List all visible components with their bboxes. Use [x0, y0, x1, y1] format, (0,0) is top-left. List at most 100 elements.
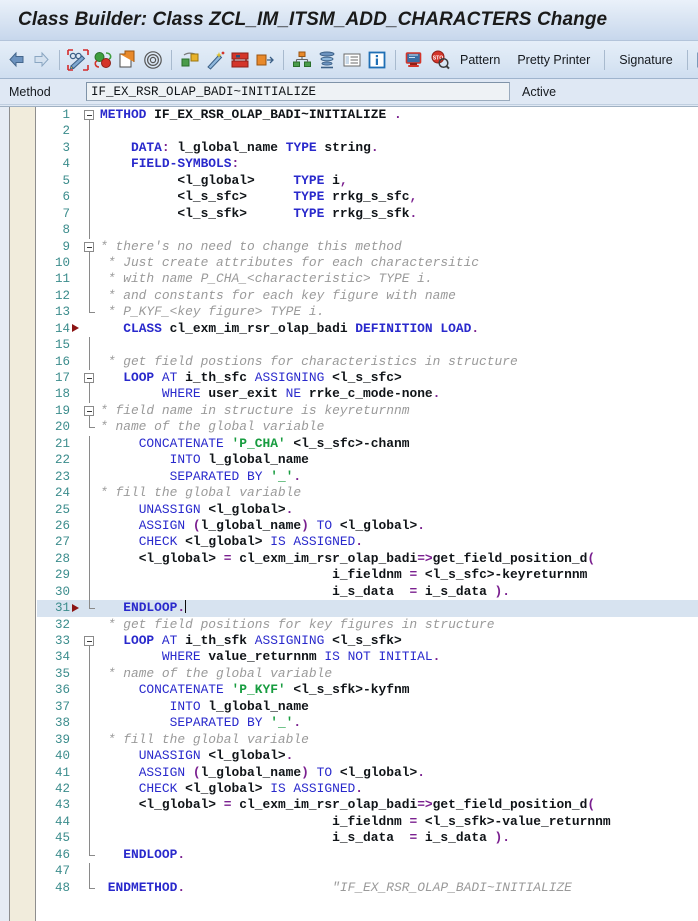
code-line[interactable]: 44 i_fieldnm = <l_s_sfk>-value_returnnm	[37, 813, 698, 831]
code-line[interactable]: 41 ASSIGN (l_global_name) TO <l_global>.	[37, 764, 698, 781]
code-line[interactable]: 13 * P_KYF_<key figure> TYPE i.	[37, 304, 698, 320]
method-name-input[interactable]	[87, 83, 509, 100]
code-line[interactable]: 40 UNASSIGN <l_global>.	[37, 748, 698, 765]
code-line[interactable]: 4 FIELD-SYMBOLS:	[37, 156, 698, 173]
code-line[interactable]: 22 INTO l_global_name	[37, 452, 698, 469]
code-text[interactable]: INTO l_global_name	[100, 699, 309, 715]
code-text[interactable]: SEPARATED BY '_'.	[100, 469, 302, 485]
code-line[interactable]: 2	[37, 123, 698, 140]
code-line[interactable]: 28 <l_global> = cl_exm_im_rsr_olap_badi=…	[37, 550, 698, 568]
back-arrow-icon[interactable]	[4, 47, 28, 73]
method-name-field-wrapper[interactable]	[86, 82, 510, 101]
code-line[interactable]: 18 WHERE user_exit NE rrke_c_mode-none.	[37, 386, 698, 403]
code-line[interactable]: 29 i_fieldnm = <l_s_sfc>-keyreturnnm	[37, 567, 698, 584]
code-text[interactable]: * Just create attributes for each charac…	[100, 255, 479, 271]
document-copy-icon[interactable]	[694, 47, 698, 73]
collapse-toggle-icon[interactable]	[84, 241, 94, 252]
code-text[interactable]: * name of the global variable	[100, 666, 332, 682]
code-text[interactable]: METHOD IF_EX_RSR_OLAP_BADI~INITIALIZE .	[100, 107, 402, 123]
code-text[interactable]: CLASS cl_exm_im_rsr_olap_badi DEFINITION…	[100, 321, 479, 337]
code-text[interactable]: ENDMETHOD. "IF_EX_RSR_OLAP_BADI~INITIALI…	[100, 880, 572, 896]
code-line[interactable]: 39 * fill the global variable	[37, 731, 698, 749]
code-line[interactable]: 30 i_s_data = i_s_data ).	[37, 583, 698, 601]
code-text[interactable]: <l_s_sfc> TYPE rrkg_s_sfc,	[100, 189, 417, 205]
code-line[interactable]: 20 * name of the global variable	[37, 419, 698, 435]
code-line[interactable]: 24 * fill the global variable	[37, 485, 698, 502]
code-line[interactable]: 46 ENDLOOP.	[37, 846, 698, 863]
code-line[interactable]: 27 CHECK <l_global> IS ASSIGNED.	[37, 534, 698, 551]
code-line[interactable]: 31 ENDLOOP.	[37, 600, 698, 617]
code-line[interactable]: 26 ASSIGN (l_global_name) TO <l_global>.	[37, 517, 698, 535]
code-text[interactable]: <l_s_sfk> TYPE rrkg_s_sfk.	[100, 206, 417, 222]
stop-debug-icon[interactable]: STO	[427, 47, 451, 73]
code-line[interactable]: 8	[37, 222, 698, 239]
code-line[interactable]: 10 * Just create attributes for each cha…	[37, 254, 698, 272]
check-syntax-icon[interactable]	[91, 47, 115, 73]
code-line[interactable]: 33 LOOP AT i_th_sfk ASSIGNING <l_s_sfk>	[37, 633, 698, 650]
code-text[interactable]: i_fieldnm = <l_s_sfc>-keyreturnnm	[100, 567, 587, 583]
code-text[interactable]: CHECK <l_global> IS ASSIGNED.	[100, 534, 363, 550]
code-line[interactable]: 11 * with name P_CHA_<characteristic> TY…	[37, 271, 698, 288]
forward-arrow-icon[interactable]	[29, 47, 53, 73]
code-text[interactable]: <l_global> = cl_exm_im_rsr_olap_badi=>ge…	[100, 551, 595, 567]
code-text[interactable]: SEPARATED BY '_'.	[100, 715, 302, 731]
collapse-toggle-icon[interactable]	[84, 373, 94, 383]
code-text[interactable]: * name of the global variable	[100, 419, 324, 435]
code-line[interactable]: 34 WHERE value_returnnm IS NOT INITIAL.	[37, 649, 698, 666]
code-text[interactable]: * with name P_CHA_<characteristic> TYPE …	[100, 271, 433, 287]
navigate-icon[interactable]	[253, 47, 277, 73]
code-text[interactable]: i_s_data = i_s_data ).	[100, 830, 510, 846]
code-text[interactable]: * field name in structure is keyreturnnm	[100, 403, 409, 419]
collapse-toggle-icon[interactable]	[84, 636, 94, 646]
pattern-button[interactable]: Pattern	[452, 53, 508, 67]
code-text[interactable]: ASSIGN (l_global_name) TO <l_global>.	[100, 765, 425, 781]
display-object-icon[interactable]	[228, 47, 252, 73]
info-icon[interactable]	[365, 47, 389, 73]
code-line[interactable]: 43 <l_global> = cl_exm_im_rsr_olap_badi=…	[37, 797, 698, 814]
code-line[interactable]: 17 LOOP AT i_th_sfc ASSIGNING <l_s_sfc>	[37, 370, 698, 387]
code-text[interactable]: ENDLOOP.	[100, 847, 185, 863]
code-line[interactable]: 14 CLASS cl_exm_im_rsr_olap_badi DEFINIT…	[37, 321, 698, 337]
code-text[interactable]: * fill the global variable	[100, 485, 301, 501]
code-text[interactable]: * fill the global variable	[100, 732, 309, 748]
code-text[interactable]: ASSIGN (l_global_name) TO <l_global>.	[100, 518, 425, 534]
display-change-icon[interactable]	[66, 47, 90, 73]
code-line[interactable]: 7 <l_s_sfk> TYPE rrkg_s_sfk.	[37, 205, 698, 223]
code-line[interactable]: 3 DATA: l_global_name TYPE string.	[37, 139, 698, 157]
code-line[interactable]: 5 <l_global> TYPE i,	[37, 172, 698, 190]
code-line[interactable]: 15	[37, 337, 698, 354]
code-text[interactable]: * get field postions for characteristics…	[100, 354, 518, 370]
code-line[interactable]: 48 ENDMETHOD. "IF_EX_RSR_OLAP_BADI~INITI…	[37, 879, 698, 896]
code-text[interactable]: UNASSIGN <l_global>.	[100, 502, 294, 518]
code-text[interactable]: WHERE value_returnnm IS NOT INITIAL.	[100, 649, 441, 665]
code-text[interactable]: i_fieldnm = <l_s_sfk>-value_returnnm	[100, 814, 611, 830]
code-line[interactable]: 32 * get field positions for key figures…	[37, 617, 698, 633]
code-line[interactable]: 12 * and constants for each key figure w…	[37, 287, 698, 305]
code-text[interactable]: * P_KYF_<key figure> TYPE i.	[100, 304, 325, 320]
code-text[interactable]: WHERE user_exit NE rrke_c_mode-none.	[100, 386, 441, 402]
code-text[interactable]: LOOP AT i_th_sfk ASSIGNING <l_s_sfk>	[100, 633, 402, 649]
code-text[interactable]: ENDLOOP.	[100, 600, 187, 616]
code-text[interactable]: CHECK <l_global> IS ASSIGNED.	[100, 781, 363, 797]
code-editor[interactable]: 1 METHOD IF_EX_RSR_OLAP_BADI~INITIALIZE .…	[0, 106, 698, 921]
insert-object-icon[interactable]	[178, 47, 202, 73]
code-line[interactable]: 21 CONCATENATE 'P_CHA' <l_s_sfc>-chanm	[37, 435, 698, 453]
code-line[interactable]: 9 * there's no need to change this method	[37, 239, 698, 255]
code-line[interactable]: 42 CHECK <l_global> IS ASSIGNED.	[37, 780, 698, 798]
code-text[interactable]: DATA: l_global_name TYPE string.	[100, 140, 379, 156]
code-text[interactable]: CONCATENATE 'P_KYF' <l_s_sfk>-kyfnm	[100, 682, 410, 698]
code-text[interactable]: FIELD-SYMBOLS:	[100, 156, 239, 172]
signature-button[interactable]: Signature	[611, 53, 681, 67]
code-text[interactable]: INTO l_global_name	[100, 452, 309, 468]
code-text[interactable]: i_s_data = i_s_data ).	[100, 584, 510, 600]
code-line[interactable]: 6 <l_s_sfc> TYPE rrkg_s_sfc,	[37, 189, 698, 206]
code-text[interactable]: UNASSIGN <l_global>.	[100, 748, 294, 764]
code-line[interactable]: 38 SEPARATED BY '_'.	[37, 715, 698, 732]
code-text[interactable]: * get field positions for key figures in…	[100, 617, 495, 633]
code-line[interactable]: 36 CONCATENATE 'P_KYF' <l_s_sfk>-kyfnm	[37, 682, 698, 699]
code-text[interactable]: CONCATENATE 'P_CHA' <l_s_sfc>-chanm	[100, 436, 410, 452]
collapse-toggle-icon[interactable]	[84, 405, 94, 416]
code-text[interactable]: * there's no need to change this method	[100, 239, 402, 255]
code-line[interactable]: 25 UNASSIGN <l_global>.	[37, 501, 698, 518]
hierarchy-icon[interactable]	[290, 47, 314, 73]
